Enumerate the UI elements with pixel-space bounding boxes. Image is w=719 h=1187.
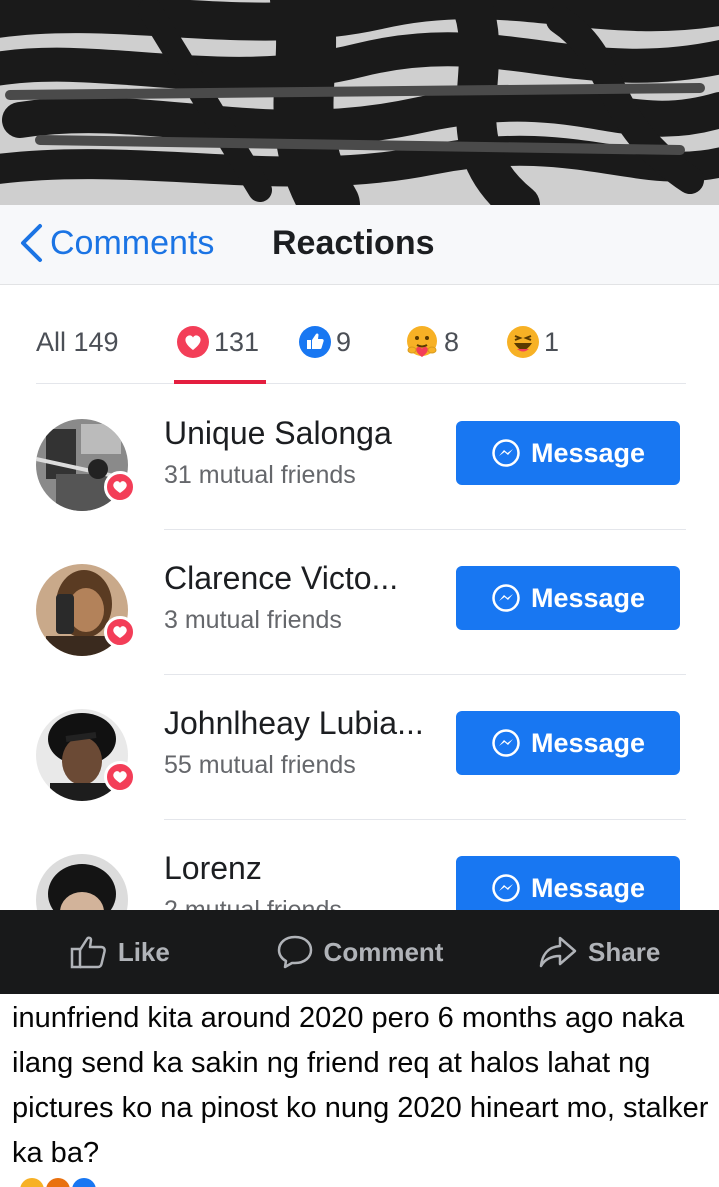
tab-like[interactable]: 9 <box>298 322 351 362</box>
mutual-friends: 3 mutual friends <box>164 606 342 634</box>
care-reaction-icon <box>404 324 440 360</box>
back-to-comments-button[interactable]: Comments <box>18 219 214 267</box>
list-item[interactable]: Johnlheay Lubia... 55 mutual friends Mes… <box>36 675 686 820</box>
tab-haha-count: 1 <box>544 326 560 357</box>
love-badge-icon <box>104 616 136 648</box>
active-tab-indicator <box>174 380 266 384</box>
tab-like-count: 9 <box>336 326 352 357</box>
like-label: Like <box>117 936 170 967</box>
love-badge-icon <box>104 761 136 793</box>
share-button[interactable]: Share <box>479 935 719 969</box>
tab-love-count: 131 <box>214 326 260 357</box>
reactor-name[interactable]: Lorenz <box>164 850 262 887</box>
messenger-icon <box>492 729 520 757</box>
post-caption: inunfriend kita around 2020 pero 6 month… <box>12 1002 709 1169</box>
list-item[interactable]: Unique Salonga 31 mutual friends Message <box>36 385 686 530</box>
share-icon <box>539 936 577 968</box>
message-button[interactable]: Message <box>456 421 680 485</box>
message-button[interactable]: Message <box>456 711 680 775</box>
page-title: Reactions <box>272 224 435 262</box>
reactor-name[interactable]: Unique Salonga <box>164 415 392 452</box>
love-reaction-icon <box>176 325 210 359</box>
list-item[interactable]: Lorenz 2 mutual friends Message <box>36 820 686 910</box>
mutual-friends: 2 mutual friends <box>164 896 342 910</box>
tab-love[interactable]: 131 <box>176 322 259 362</box>
message-button[interactable]: Message <box>456 566 680 630</box>
tab-care-count: 8 <box>444 326 460 357</box>
back-label: Comments <box>50 223 215 262</box>
like-button[interactable]: Like <box>0 934 240 970</box>
avatar[interactable] <box>36 854 128 910</box>
chevron-left-icon <box>21 224 42 262</box>
reactor-list: Unique Salonga 31 mutual friends Message… <box>0 385 719 910</box>
comment-icon <box>277 935 312 969</box>
reactions-header: Comments Reactions <box>0 205 719 285</box>
haha-reaction-icon <box>506 325 540 359</box>
post-action-bar: Like Comment Share <box>0 910 719 994</box>
messenger-icon <box>492 874 520 902</box>
message-label: Message <box>530 582 646 613</box>
comment-label: Comment <box>323 936 444 967</box>
messenger-icon <box>492 584 520 612</box>
like-reaction-icon <box>298 325 332 359</box>
thumbs-up-icon <box>70 936 106 969</box>
reactor-name[interactable]: Johnlheay Lubia... <box>164 705 424 742</box>
tab-haha[interactable]: 1 <box>506 322 559 362</box>
comment-button[interactable]: Comment <box>240 934 480 970</box>
reactor-name[interactable]: Clarence Victo... <box>164 560 398 597</box>
tab-all[interactable]: All 149 <box>36 322 119 362</box>
message-button[interactable]: Message <box>456 856 680 910</box>
love-badge-icon <box>104 471 136 503</box>
mutual-friends: 31 mutual friends <box>164 461 356 489</box>
reaction-summary-icons <box>18 1176 148 1187</box>
message-label: Message <box>530 437 646 468</box>
redacted-scribble <box>0 0 719 205</box>
reaction-tabs: All 149 131 9 8 1 <box>36 310 686 384</box>
share-label: Share <box>588 936 661 967</box>
messenger-icon <box>492 439 520 467</box>
mutual-friends: 55 mutual friends <box>164 751 356 779</box>
message-label: Message <box>530 727 646 758</box>
tab-care[interactable]: 8 <box>404 322 459 362</box>
list-item[interactable]: Clarence Victo... 3 mutual friends Messa… <box>36 530 686 675</box>
message-label: Message <box>530 872 646 903</box>
tab-all-label: All 149 <box>36 326 119 357</box>
